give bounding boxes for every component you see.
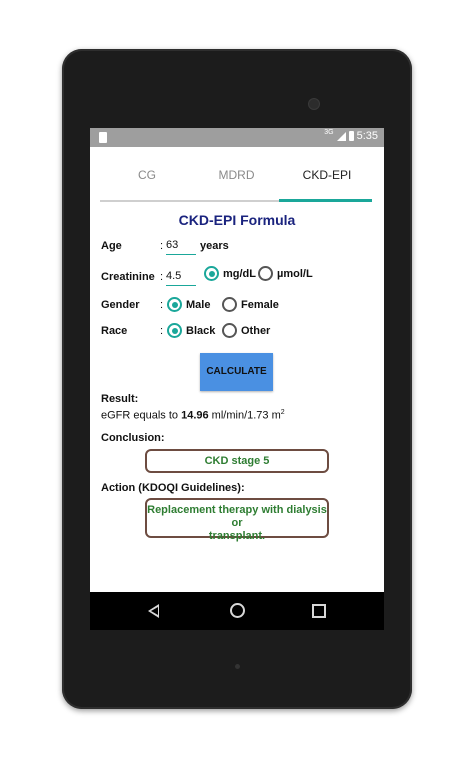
age-input[interactable]: 63 — [166, 239, 196, 255]
back-icon-inner — [151, 607, 158, 615]
result-unit: ml/min/1.73 m — [208, 409, 281, 422]
conclusion-box: CKD stage 5 — [145, 449, 329, 473]
tab-cg[interactable]: CG — [100, 147, 194, 201]
signal-icon — [336, 131, 346, 141]
race-colon: : — [160, 325, 164, 337]
clock: 5:35 — [356, 130, 378, 142]
race-black-label: Black — [186, 325, 216, 337]
result-prefix: eGFR equals to — [101, 409, 182, 422]
unit-umol-label: µmol/L — [277, 268, 313, 280]
tab-cg-label: CG — [138, 168, 156, 182]
egfr-value: 14.96 — [181, 409, 209, 422]
action-line-1: Replacement therapy with dialysis or — [147, 504, 327, 529]
app-screen: 3G 5:35 CG MDRD CKD-EPI CKD-EPI Formula … — [90, 128, 384, 630]
network-type: 3G — [324, 128, 334, 136]
tab-mdrd-label: MDRD — [218, 168, 255, 182]
microphone-dot — [235, 664, 240, 669]
front-camera — [309, 99, 319, 109]
tab-selected-indicator — [279, 199, 372, 202]
creatinine-colon: : — [160, 271, 164, 283]
battery-icon — [348, 131, 354, 141]
race-other-label: Other — [241, 325, 271, 337]
tab-mdrd[interactable]: MDRD — [189, 147, 284, 201]
tab-ckd-epi-label: CKD-EPI — [302, 168, 352, 182]
unit-umol-radio[interactable] — [258, 266, 273, 281]
recent-apps-icon[interactable] — [312, 604, 326, 618]
action-box: Replacement therapy with dialysis or tra… — [145, 498, 329, 542]
conclusion-heading: Conclusion: — [101, 432, 165, 444]
result-heading: Result: — [101, 393, 139, 405]
status-icons: 3G 5:35 — [324, 128, 378, 143]
status-bar: 3G 5:35 — [90, 128, 384, 147]
gender-female-radio[interactable] — [222, 297, 237, 312]
age-unit: years — [200, 240, 229, 252]
gender-female-label: Female — [241, 299, 279, 311]
gender-male-label: Male — [186, 299, 211, 311]
race-label: Race — [101, 325, 128, 337]
action-heading: Action (KDOQI Guidelines): — [101, 482, 245, 494]
calculate-button[interactable]: CALCULATE — [200, 353, 273, 391]
unit-mgdl-radio[interactable] — [204, 266, 219, 281]
tab-ckd-epi[interactable]: CKD-EPI — [280, 147, 374, 201]
notification-icon — [99, 132, 107, 143]
gender-male-radio[interactable] — [167, 297, 182, 312]
action-line-2: transplant. — [208, 530, 266, 542]
race-black-radio[interactable] — [167, 323, 182, 338]
gender-label: Gender — [101, 299, 140, 311]
age-label: Age — [101, 240, 122, 252]
tab-bar: CG MDRD CKD-EPI — [90, 147, 384, 201]
navigation-bar — [90, 592, 384, 630]
unit-mgdl-label: mg/dL — [223, 268, 256, 280]
home-icon[interactable] — [230, 603, 245, 618]
gender-colon: : — [160, 299, 164, 311]
creatinine-label: Creatinine — [101, 271, 155, 283]
formula-title: CKD-EPI Formula — [178, 212, 296, 228]
result-unit-superscript: 2 — [280, 409, 285, 416]
result-text: eGFR equals to 14.96 ml/min/1.73 m2 — [101, 409, 285, 422]
race-other-radio[interactable] — [222, 323, 237, 338]
creatinine-input[interactable]: 4.5 — [166, 270, 196, 286]
age-colon: : — [160, 240, 164, 252]
